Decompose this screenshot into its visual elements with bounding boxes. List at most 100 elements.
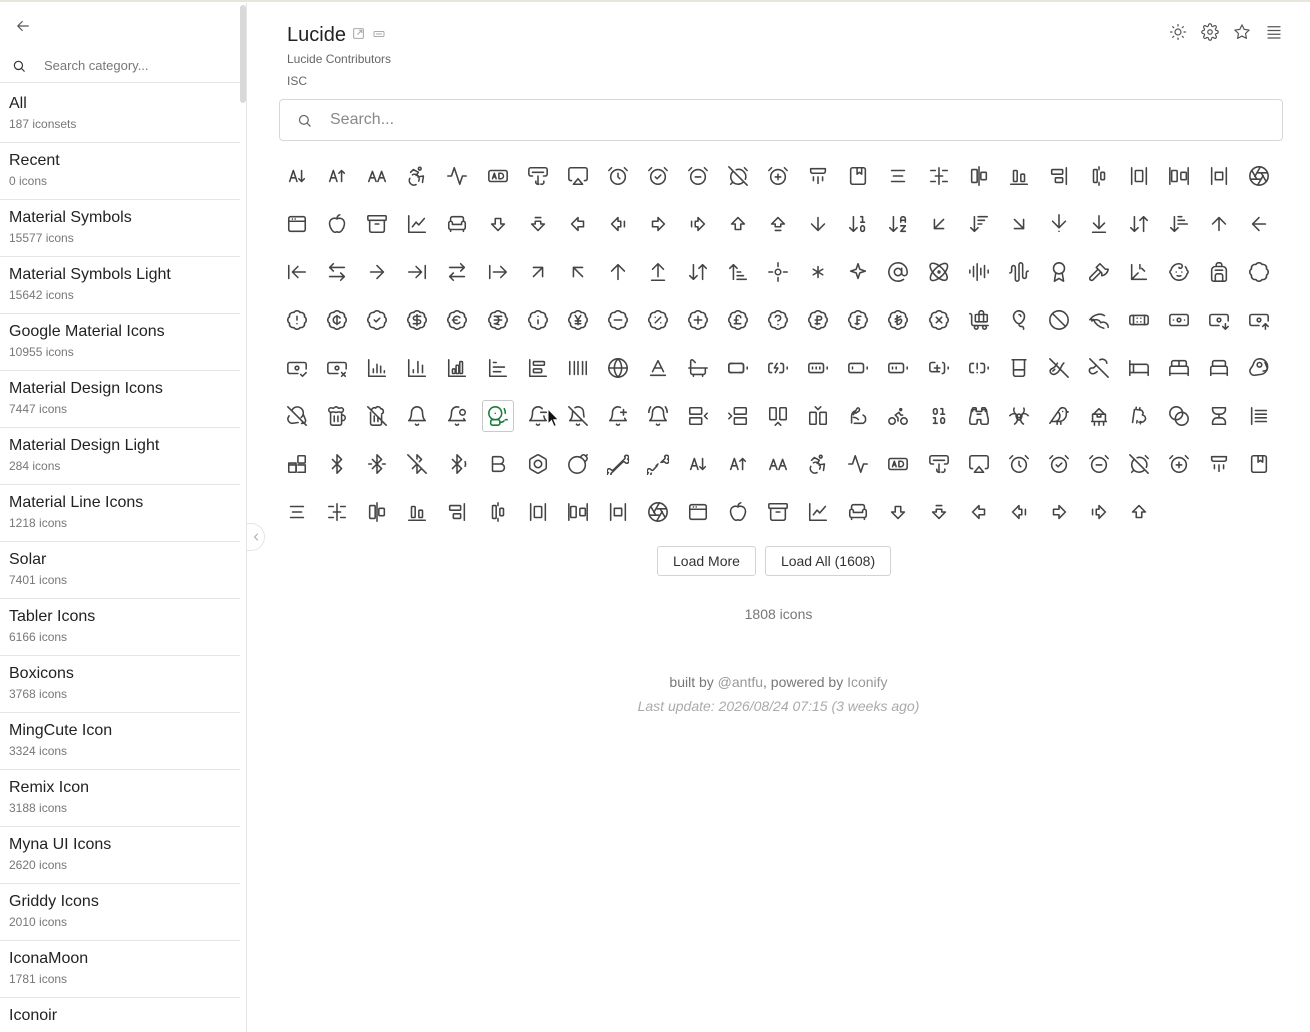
icon-grid-item[interactable] [798, 440, 838, 488]
icon-grid-item[interactable] [999, 392, 1039, 440]
icon-grid-item[interactable] [919, 440, 959, 488]
icon-grid-item[interactable] [919, 296, 959, 344]
icon-grid-item[interactable] [959, 440, 999, 488]
icon-grid-item[interactable] [838, 344, 878, 392]
icon-grid-item[interactable] [1199, 152, 1239, 200]
icon-grid-item[interactable] [678, 344, 718, 392]
icon-grid-item[interactable] [518, 248, 558, 296]
icon-grid-item[interactable] [758, 200, 798, 248]
icon-search-input[interactable] [330, 111, 1230, 129]
icon-grid-item[interactable] [798, 296, 838, 344]
icon-grid-item[interactable] [477, 152, 517, 200]
sidebar-item[interactable]: Material Line Icons 1218 icons [0, 485, 240, 542]
icon-grid-item[interactable] [1159, 440, 1199, 488]
icon-grid-item[interactable] [718, 392, 758, 440]
icon-grid-item[interactable] [1119, 392, 1159, 440]
icon-grid-item[interactable] [558, 152, 598, 200]
icon-grid-item[interactable] [437, 392, 477, 440]
icon-grid-item[interactable] [718, 440, 758, 488]
icon-grid-item[interactable] [1239, 152, 1279, 200]
sidebar-item[interactable]: Material Design Icons 7447 icons [0, 371, 240, 428]
icon-grid-item[interactable] [357, 488, 397, 536]
sidebar-collapse-handle[interactable] [247, 523, 265, 551]
icon-grid-item[interactable] [878, 152, 918, 200]
icon-grid-item[interactable] [1119, 440, 1159, 488]
sidebar-item[interactable]: Solar 7401 icons [0, 542, 240, 599]
icon-grid-item[interactable] [919, 200, 959, 248]
icon-grid-item[interactable] [919, 152, 959, 200]
icon-grid-item[interactable] [678, 152, 718, 200]
icon-grid-item[interactable] [838, 200, 878, 248]
icon-grid-item[interactable] [678, 392, 718, 440]
icon-grid-item[interactable] [919, 392, 959, 440]
icon-grid-item[interactable] [838, 248, 878, 296]
icon-grid-item[interactable] [1039, 392, 1079, 440]
icon-grid-item[interactable] [518, 200, 558, 248]
icon-grid-item[interactable] [638, 344, 678, 392]
icon-grid-item[interactable] [999, 248, 1039, 296]
icon-grid-item[interactable] [518, 344, 558, 392]
icon-grid-item[interactable] [598, 440, 638, 488]
icon-grid-item[interactable] [718, 344, 758, 392]
icon-grid-item[interactable] [1199, 440, 1239, 488]
icon-grid-item[interactable] [1119, 488, 1159, 536]
icon-grid-item[interactable] [477, 488, 517, 536]
icon-grid-item[interactable] [878, 344, 918, 392]
icon-grid-item[interactable] [277, 344, 317, 392]
icon-grid-item[interactable] [638, 488, 678, 536]
icon-grid-item[interactable] [477, 440, 517, 488]
icon-grid-item[interactable] [558, 344, 598, 392]
icon-grid-item[interactable] [1239, 296, 1279, 344]
icon-grid-item[interactable] [1159, 200, 1199, 248]
icon-grid-item[interactable] [878, 248, 918, 296]
icon-grid-item[interactable] [1039, 440, 1079, 488]
external-link-icon[interactable] [352, 27, 365, 45]
icon-grid-item[interactable] [919, 488, 959, 536]
icon-grid-item[interactable] [397, 152, 437, 200]
icon-grid-item[interactable] [317, 200, 357, 248]
icon-grid-item[interactable] [357, 200, 397, 248]
icon-grid-item[interactable] [598, 488, 638, 536]
icon-grid-item[interactable] [959, 248, 999, 296]
icon-grid-item[interactable] [638, 296, 678, 344]
icon-grid-item[interactable] [999, 296, 1039, 344]
icon-grid-item[interactable] [999, 200, 1039, 248]
icon-grid-item[interactable] [1039, 488, 1079, 536]
icon-grid-item[interactable] [758, 344, 798, 392]
icon-grid-item[interactable] [999, 344, 1039, 392]
icon-grid-item[interactable] [277, 248, 317, 296]
icon-grid-item[interactable] [1199, 344, 1239, 392]
icon-grid-item[interactable] [598, 200, 638, 248]
icon-grid-item[interactable] [1159, 296, 1199, 344]
icon-grid-item[interactable] [758, 248, 798, 296]
icon-grid-item[interactable] [678, 488, 718, 536]
icon-grid-item[interactable] [477, 392, 517, 440]
icon-grid-item[interactable] [397, 296, 437, 344]
icon-grid-item[interactable] [718, 488, 758, 536]
icon-grid-item[interactable] [277, 488, 317, 536]
load-all-button[interactable]: Load All (1608) [764, 546, 892, 576]
icon-grid-item[interactable] [1199, 200, 1239, 248]
icon-grid-item[interactable] [437, 296, 477, 344]
icon-grid-item[interactable] [878, 488, 918, 536]
icon-grid-item[interactable] [1119, 152, 1159, 200]
icon-grid-item[interactable] [357, 392, 397, 440]
icon-grid-item[interactable] [798, 344, 838, 392]
icon-grid-item[interactable] [638, 392, 678, 440]
icon-grid-item[interactable] [477, 200, 517, 248]
icon-grid-item[interactable] [317, 248, 357, 296]
icon-grid-item[interactable] [437, 152, 477, 200]
icon-grid-item[interactable] [718, 152, 758, 200]
icon-grid-item[interactable] [999, 488, 1039, 536]
icon-grid-item[interactable] [1039, 152, 1079, 200]
icon-grid-item[interactable] [317, 152, 357, 200]
icon-grid-item[interactable] [999, 440, 1039, 488]
icon-grid-item[interactable] [638, 440, 678, 488]
icon-grid-item[interactable] [1079, 248, 1119, 296]
icon-grid-item[interactable] [477, 296, 517, 344]
sidebar-item[interactable]: Material Design Light 284 icons [0, 428, 240, 485]
icon-grid-item[interactable] [518, 488, 558, 536]
icon-grid-item[interactable] [758, 296, 798, 344]
iconify-link[interactable]: Iconify [847, 674, 887, 690]
icon-grid-item[interactable] [598, 392, 638, 440]
